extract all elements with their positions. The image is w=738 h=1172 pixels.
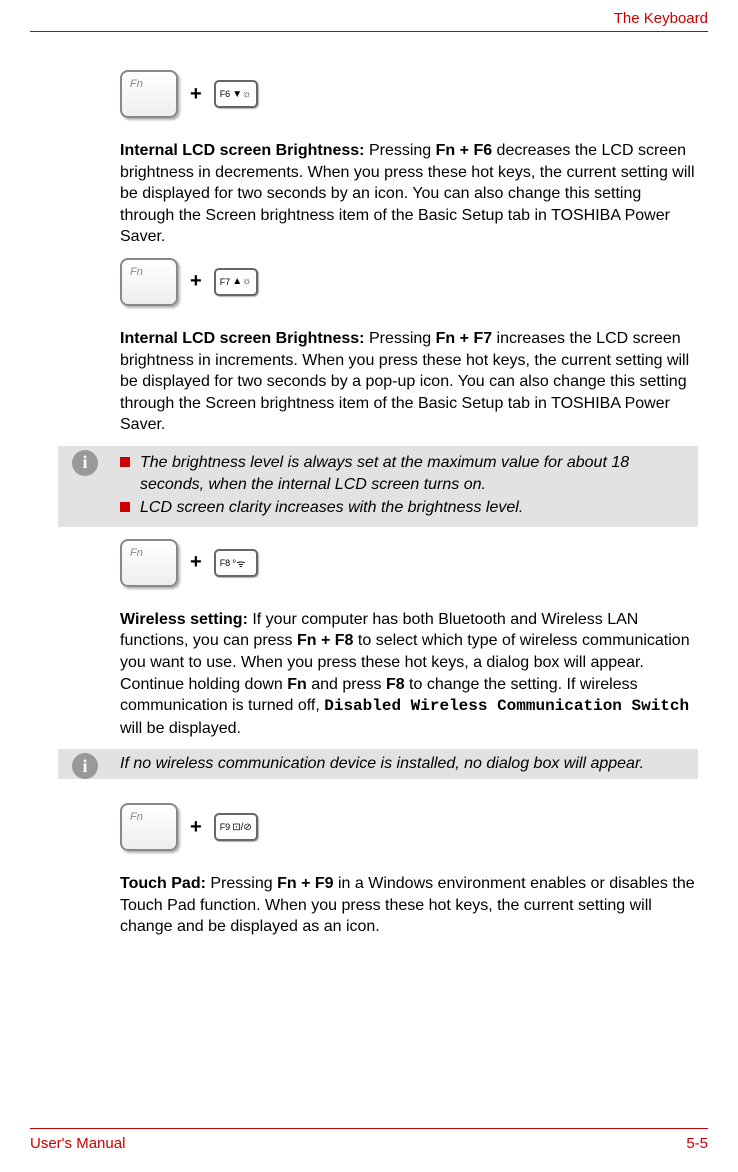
key-combo-f6: + F6 ▼☼ xyxy=(120,70,698,118)
key-combo-f7: + F7 ▲☼ xyxy=(120,258,698,306)
fn-key-icon xyxy=(120,70,178,118)
plus-icon: + xyxy=(190,83,202,106)
paragraph-f8: Wireless setting: If your computer has b… xyxy=(120,609,698,740)
info-icon xyxy=(72,753,98,779)
touchpad-icon: ⊡/⊘ xyxy=(232,822,252,833)
page-header: The Keyboard xyxy=(0,0,738,31)
red-square-icon xyxy=(120,457,130,467)
paragraph-f9: Touch Pad: Pressing Fn + F9 in a Windows… xyxy=(120,873,698,938)
key-combo-f9: + F9 ⊡/⊘ xyxy=(120,803,698,851)
f7-key-icon: F7 ▲☼ xyxy=(214,268,258,296)
paragraph-f7: Internal LCD screen Brightness: Pressing… xyxy=(120,328,698,436)
plus-icon: + xyxy=(190,551,202,574)
red-square-icon xyxy=(120,502,130,512)
section-f9: + F9 ⊡/⊘ Touch Pad: Pressing Fn + F9 in … xyxy=(120,803,698,938)
plus-icon: + xyxy=(190,270,202,293)
note-bullet: LCD screen clarity increases with the br… xyxy=(120,497,690,519)
header-title: The Keyboard xyxy=(614,10,708,27)
brightness-up-icon: ▲☼ xyxy=(232,276,251,287)
main-content: + F6 ▼☼ Internal LCD screen Brightness: … xyxy=(0,32,738,938)
f6-key-icon: F6 ▼☼ xyxy=(214,80,258,108)
section-f6: + F6 ▼☼ Internal LCD screen Brightness: … xyxy=(120,70,698,248)
footer-left: User's Manual xyxy=(30,1135,125,1152)
footer-rule xyxy=(30,1128,708,1129)
fn-key-icon xyxy=(120,258,178,306)
info-icon xyxy=(72,450,98,476)
footer-right: 5-5 xyxy=(686,1135,708,1152)
plus-icon: + xyxy=(190,816,202,839)
wireless-icon: °ᯤ xyxy=(232,556,245,570)
section-f8: + F8 °ᯤ Wireless setting: If your comput… xyxy=(120,539,698,740)
note-bullet: The brightness level is always set at th… xyxy=(120,452,690,495)
section-f7: + F7 ▲☼ Internal LCD screen Brightness: … xyxy=(120,258,698,436)
fn-key-icon xyxy=(120,539,178,587)
footer-row: User's Manual 5-5 xyxy=(30,1135,708,1152)
brightness-down-icon: ▼☼ xyxy=(232,89,251,100)
key-combo-f8: + F8 °ᯤ xyxy=(120,539,698,587)
info-note-brightness: The brightness level is always set at th… xyxy=(58,446,698,527)
f8-key-icon: F8 °ᯤ xyxy=(214,549,258,577)
fn-key-icon xyxy=(120,803,178,851)
page-footer: User's Manual 5-5 xyxy=(0,1128,738,1152)
f9-key-icon: F9 ⊡/⊘ xyxy=(214,813,258,841)
paragraph-f6: Internal LCD screen Brightness: Pressing… xyxy=(120,140,698,248)
info-note-wireless: If no wireless communication device is i… xyxy=(58,749,698,779)
